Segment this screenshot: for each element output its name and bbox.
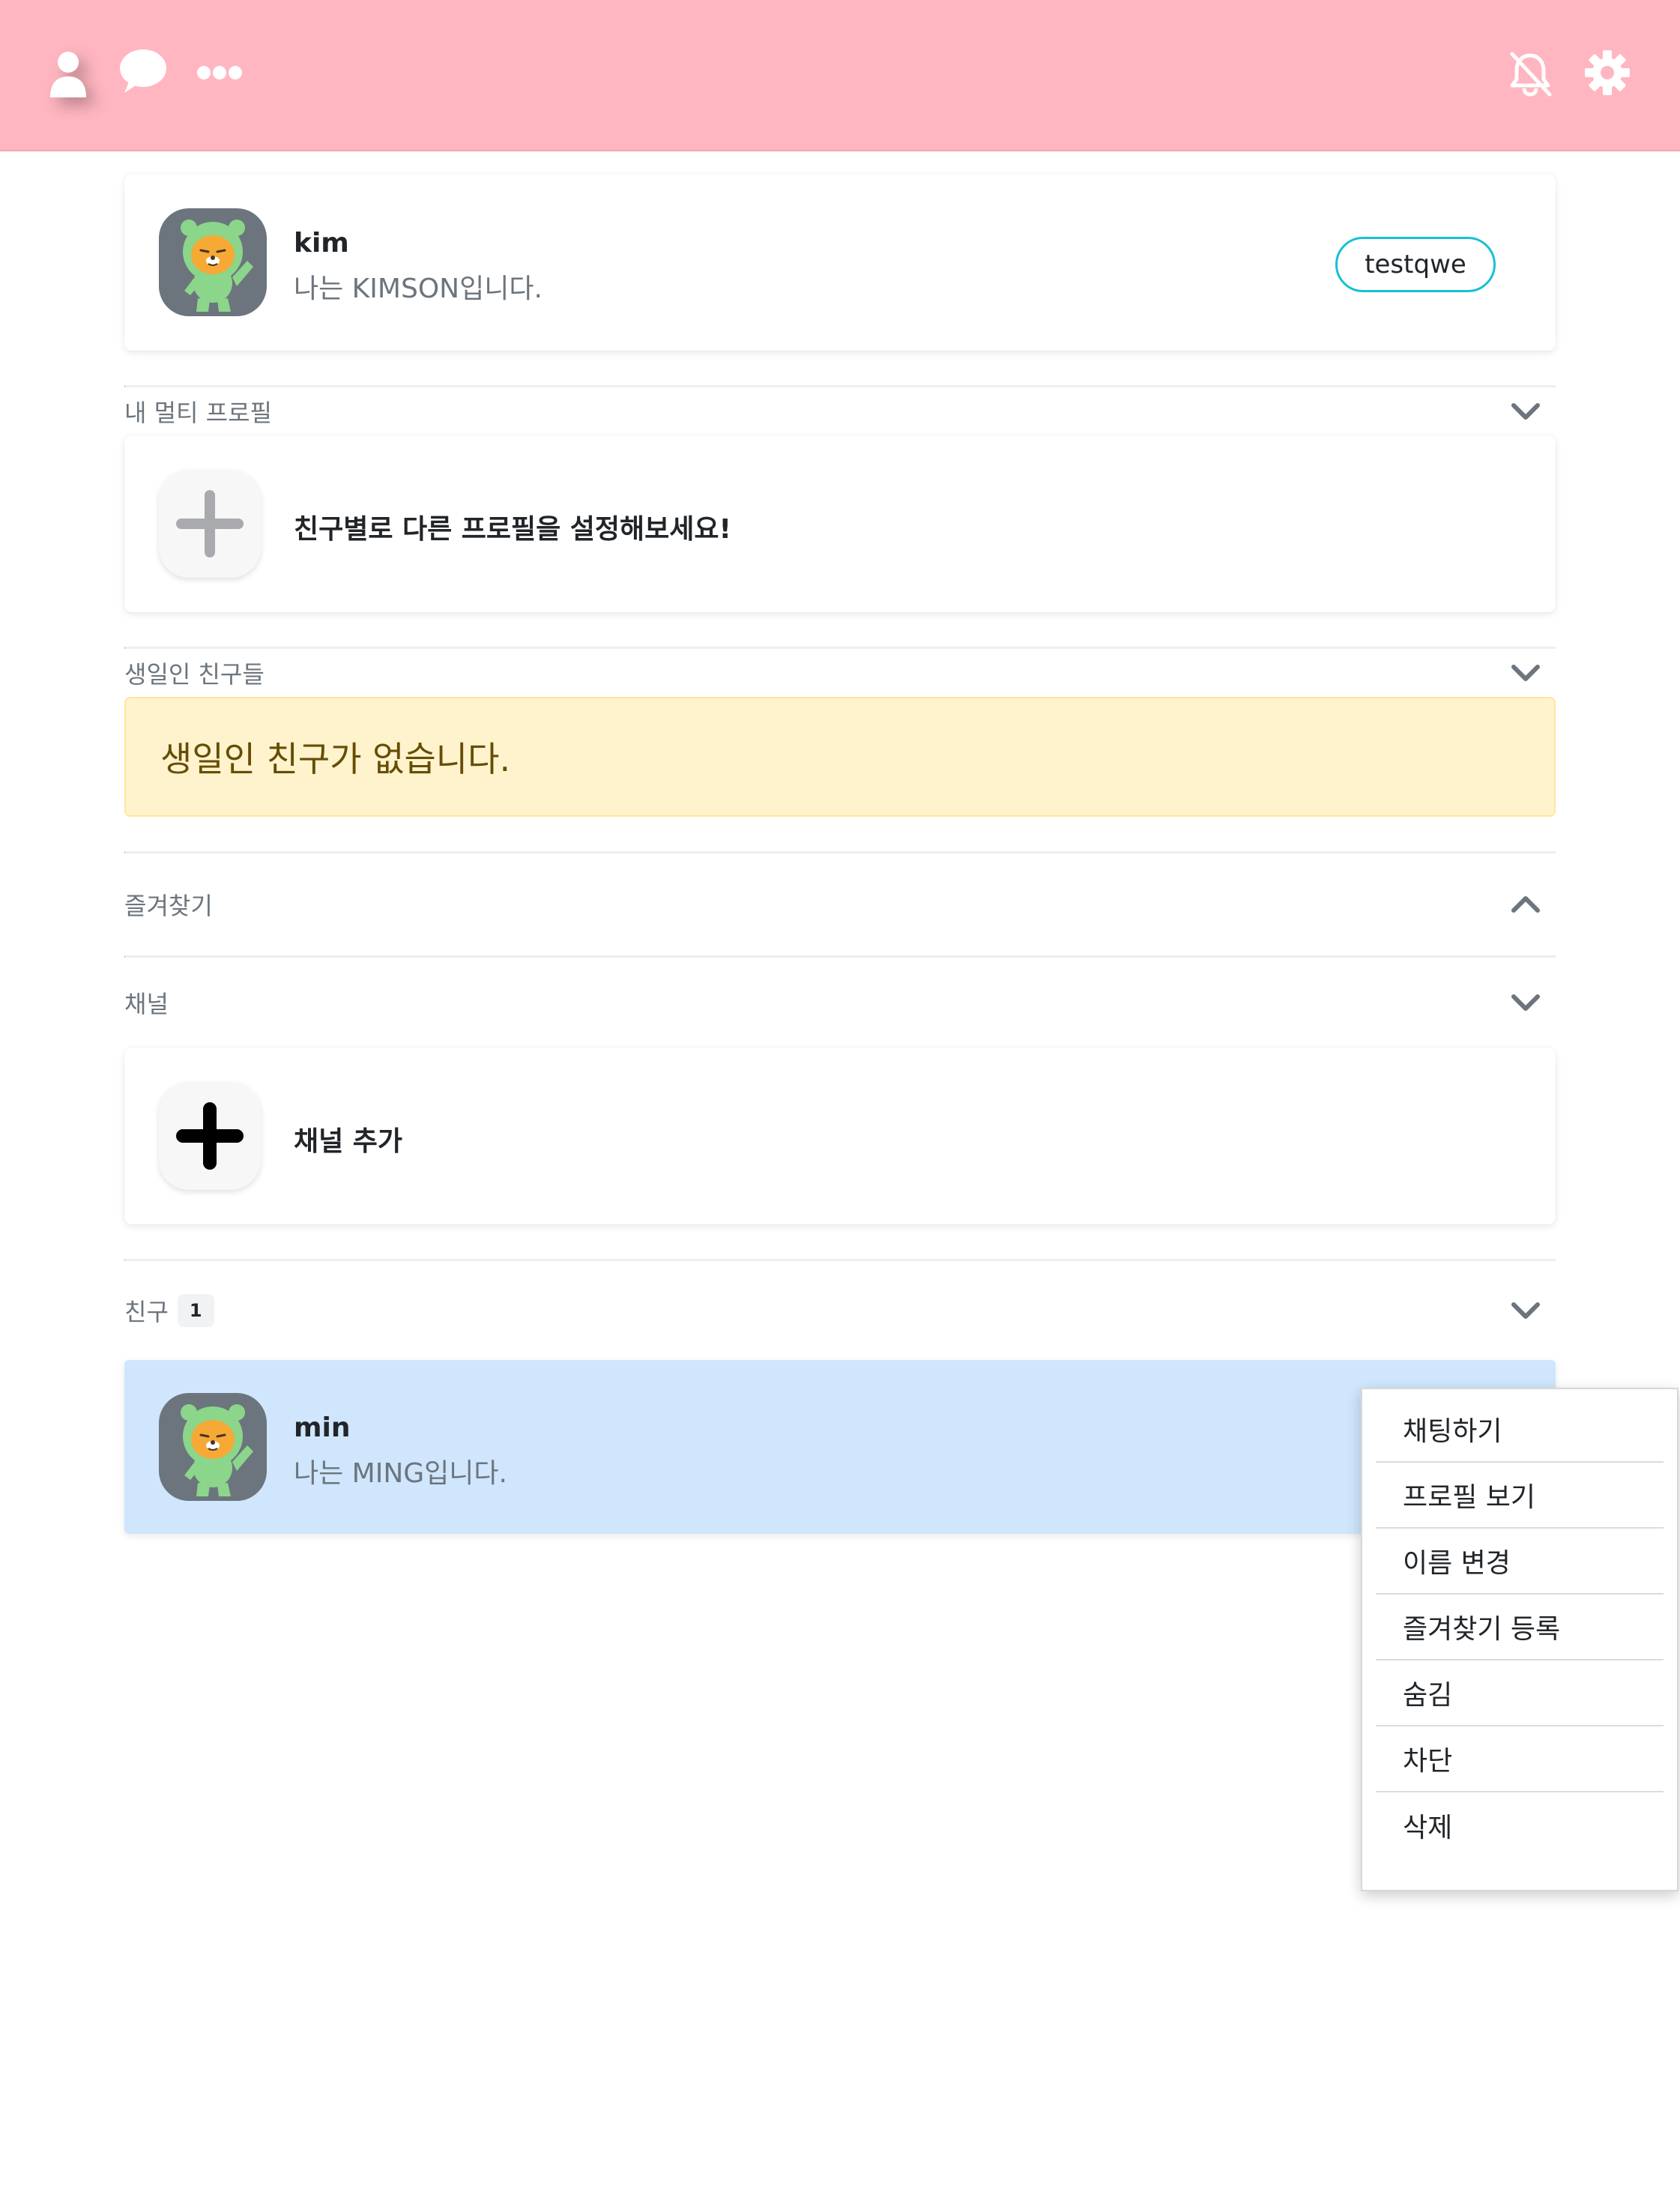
multi-profile-prompt: 친구별로 다른 프로필을 설정해보세요! [294, 514, 731, 545]
top-navbar [0, 0, 1680, 151]
menu-item-view-profile[interactable]: 프로필 보기 [1376, 1463, 1664, 1529]
profile-pill-button[interactable]: testqwe [1335, 237, 1496, 292]
alert-message: 생일인 친구가 없습니다. [160, 739, 511, 779]
section-header-birthday[interactable]: 생일인 친구들 [124, 649, 1556, 697]
birthday-empty-alert: 생일인 친구가 없습니다. [124, 697, 1556, 817]
main-content: kim 나는 KIMSON입니다. testqwe 내 멀티 프로필 친구별로 … [124, 174, 1556, 1534]
multi-profile-card[interactable]: 친구별로 다른 프로필을 설정해보세요! [124, 435, 1556, 612]
friend-list-item[interactable]: min 나는 MING입니다. [124, 1360, 1556, 1534]
bell-slash-icon[interactable] [1506, 49, 1554, 99]
add-channel-card[interactable]: 채널 추가 [124, 1048, 1556, 1224]
add-channel-box[interactable] [159, 1082, 261, 1190]
avatar[interactable] [159, 1393, 267, 1501]
section-title: 채널 [124, 990, 169, 1018]
gear-icon[interactable] [1581, 46, 1634, 99]
add-channel-label: 채널 추가 [294, 1126, 403, 1157]
menu-item-delete[interactable]: 삭제 [1376, 1792, 1664, 1858]
friend-count-badge: 1 [177, 1294, 214, 1327]
section-title: 즐겨찾기 [124, 892, 213, 920]
menu-item-add-favorite[interactable]: 즐겨찾기 등록 [1376, 1595, 1664, 1660]
chevron-down-icon[interactable] [1511, 993, 1541, 1012]
friend-status-message: 나는 MING입니다. [294, 1458, 507, 1489]
person-icon[interactable] [42, 43, 94, 103]
section-title: 생일인 친구들 [124, 660, 265, 689]
add-multi-profile-box[interactable] [159, 470, 261, 578]
section-header-channel[interactable]: 채널 [124, 958, 1556, 1048]
menu-item-rename[interactable]: 이름 변경 [1376, 1529, 1664, 1595]
section-header-multi-profile[interactable]: 내 멀티 프로필 [124, 387, 1556, 435]
avatar[interactable] [159, 208, 267, 316]
friend-name: min [294, 1412, 351, 1443]
my-profile-card[interactable]: kim 나는 KIMSON입니다. testqwe [124, 174, 1556, 351]
section-title: 친구 [124, 1298, 169, 1326]
chevron-down-icon[interactable] [1511, 1301, 1541, 1320]
my-name: kim [294, 228, 349, 259]
menu-item-hide[interactable]: 숨김 [1376, 1660, 1664, 1726]
section-header-friends[interactable]: 친구 1 [124, 1261, 1556, 1360]
more-dots-icon[interactable] [196, 61, 243, 84]
my-status-message: 나는 KIMSON입니다. [294, 274, 543, 304]
section-header-favorites[interactable]: 즐겨찾기 [124, 853, 1556, 955]
chevron-up-icon[interactable] [1511, 895, 1541, 914]
menu-item-chat[interactable]: 채팅하기 [1376, 1397, 1664, 1463]
section-title: 내 멀티 프로필 [124, 399, 272, 427]
chevron-down-icon[interactable] [1511, 663, 1541, 683]
plus-icon [176, 490, 244, 557]
chevron-down-icon[interactable] [1511, 402, 1541, 421]
menu-item-block[interactable]: 차단 [1376, 1726, 1664, 1792]
plus-icon [176, 1102, 244, 1170]
friend-context-menu: 채팅하기 프로필 보기 이름 변경 즐겨찾기 등록 숨김 차단 삭제 [1361, 1388, 1679, 1891]
chat-bubble-icon[interactable] [117, 46, 169, 96]
